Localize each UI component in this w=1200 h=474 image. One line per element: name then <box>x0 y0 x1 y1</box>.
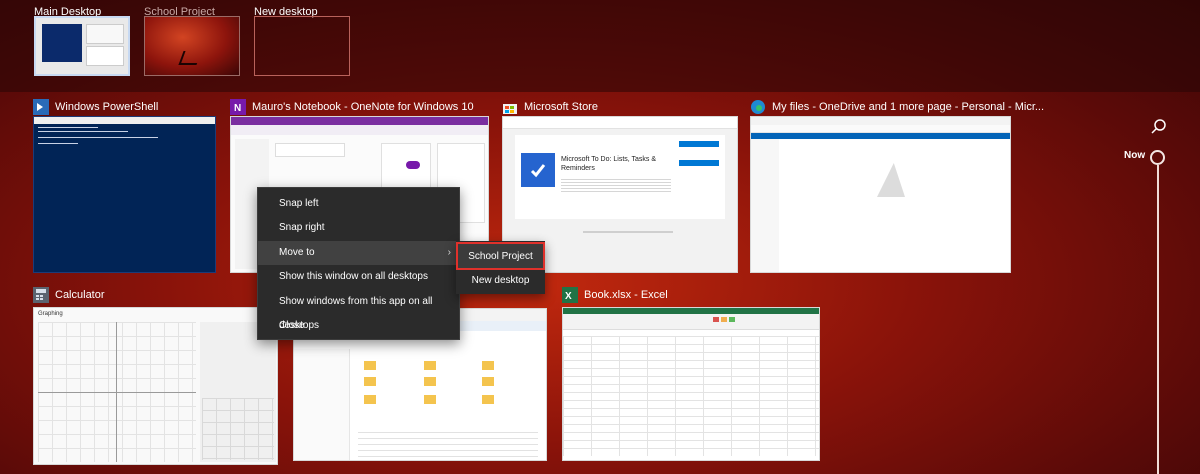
window-excel[interactable]: X Book.xlsx - Excel <box>562 285 820 461</box>
window-edge-onedrive[interactable]: My files - OneDrive and 1 more page - Pe… <box>750 97 1044 273</box>
window-calculator[interactable]: Calculator Graphing <box>33 285 278 465</box>
timeline-marker[interactable] <box>1150 150 1165 165</box>
timeline-scrollbar[interactable] <box>1157 165 1159 474</box>
menu-item-show-window-all-desktops[interactable]: Show this window on all desktops <box>258 265 459 289</box>
move-to-submenu: School Project New desktop <box>456 241 545 294</box>
window-title: Windows PowerShell <box>55 101 159 113</box>
menu-item-close[interactable]: Close <box>258 314 459 338</box>
window-title: Microsoft Store <box>524 101 598 113</box>
powershell-icon <box>33 99 49 115</box>
menu-item-snap-left[interactable]: Snap left <box>258 192 459 216</box>
window-header: Microsoft Store <box>502 97 598 117</box>
timeline-now-label: Now <box>1124 150 1146 161</box>
todo-app-icon <box>521 153 555 187</box>
store-app-name: Microsoft To Do: Lists, Tasks & Reminder… <box>561 156 657 172</box>
edge-icon <box>750 99 766 115</box>
window-title: My files - OneDrive and 1 more page - Pe… <box>772 101 1045 113</box>
window-context-menu: Snap left Snap right Move to › Show this… <box>257 187 460 340</box>
virtual-desktops-bar: Main Desktop School Project New desktop <box>0 0 1200 92</box>
window-header: My files - OneDrive and 1 more page - Pe… <box>750 97 1044 117</box>
window-title: Calculator <box>55 289 105 301</box>
window-powershell[interactable]: Windows PowerShell <box>33 97 216 273</box>
chevron-right-icon: › <box>447 246 451 258</box>
menu-item-label: Snap right <box>279 222 325 234</box>
window-header: Windows PowerShell <box>33 97 158 117</box>
calculator-icon <box>33 287 49 303</box>
menu-item-label: Snap left <box>279 198 319 209</box>
window-title: Mauro's Notebook - OneNote for Windows 1… <box>252 101 474 113</box>
submenu-item-new-desktop[interactable]: New desktop <box>456 268 545 294</box>
excel-preview <box>562 307 820 461</box>
onenote-icon: N <box>230 99 246 115</box>
desktop-thumbnail-school-project[interactable] <box>144 16 240 76</box>
search-icon[interactable] <box>1150 118 1168 136</box>
menu-item-move-to[interactable]: Move to › <box>258 240 459 266</box>
menu-item-label: Close <box>279 319 305 331</box>
menu-item-snap-right[interactable]: Snap right <box>258 216 459 240</box>
window-title: Book.xlsx - Excel <box>584 289 668 301</box>
menu-item-label: Show this window on all desktops <box>279 271 428 283</box>
desktop-thumbnail-main[interactable] <box>34 16 130 76</box>
edge-preview <box>750 116 1011 273</box>
powershell-preview <box>33 116 216 273</box>
menu-item-label: Move to <box>279 246 315 258</box>
svg-text:N: N <box>234 103 241 114</box>
window-header: N Mauro's Notebook - OneNote for Windows… <box>230 97 474 117</box>
window-header: Calculator <box>33 285 105 305</box>
svg-text:X: X <box>565 291 572 302</box>
excel-icon: X <box>562 287 578 303</box>
store-icon <box>502 99 518 115</box>
calculator-preview: Graphing <box>33 307 278 465</box>
window-header: X Book.xlsx - Excel <box>562 285 668 305</box>
submenu-item-school-project[interactable]: School Project <box>456 242 545 270</box>
desktop-thumbnail-new[interactable] <box>254 16 350 76</box>
menu-item-show-app-all-desktops[interactable]: Show windows from this app on all deskto… <box>258 290 459 331</box>
calculator-mode: Graphing <box>38 311 63 317</box>
